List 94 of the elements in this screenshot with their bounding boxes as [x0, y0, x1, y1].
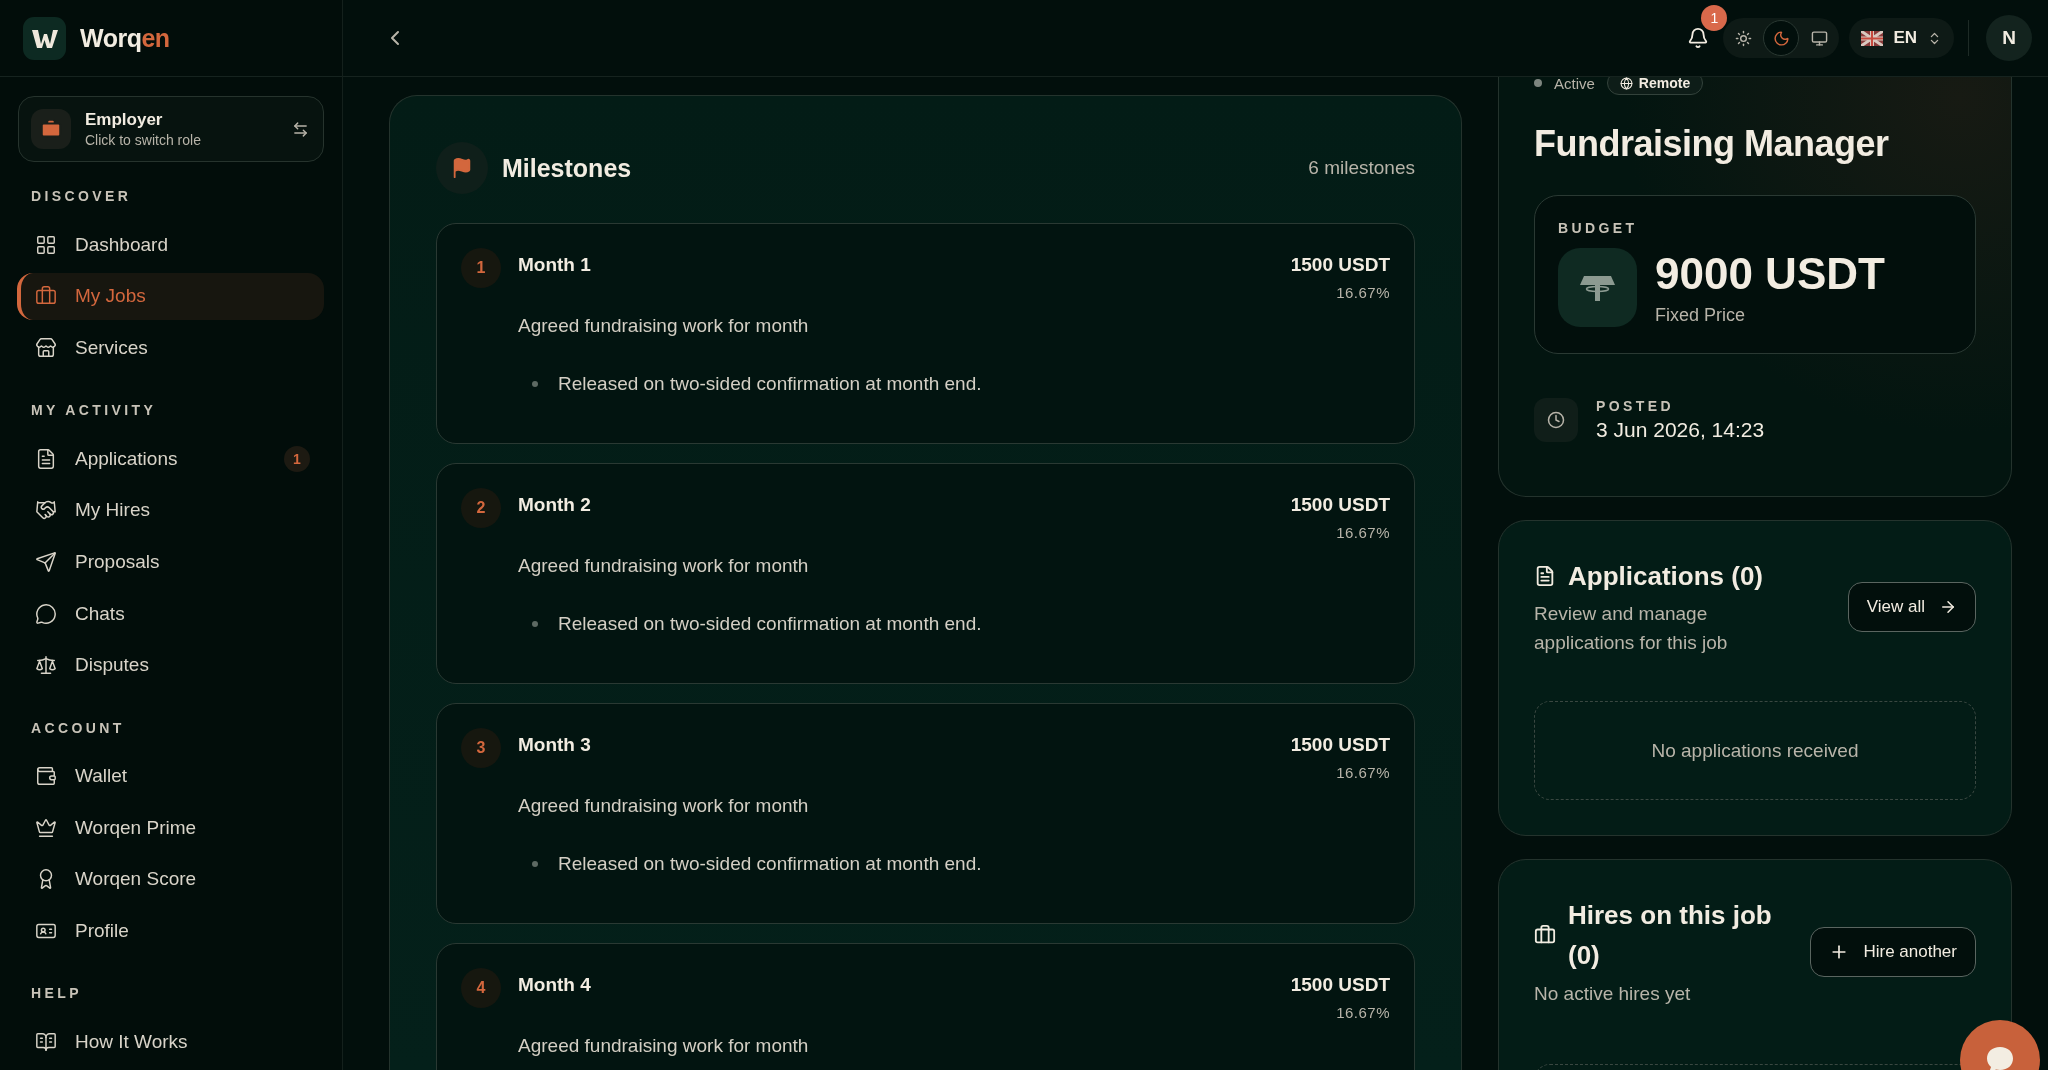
- sidebar-item[interactable]: Applications 1: [17, 435, 324, 483]
- bullet-dot: [532, 621, 538, 627]
- brand-name: Worqen: [80, 23, 170, 53]
- status-dot: [1534, 79, 1542, 87]
- milestone-title: Month 1: [518, 254, 591, 277]
- job-status: Active: [1554, 77, 1595, 92]
- sidebar-item[interactable]: Services: [17, 324, 324, 372]
- empty-state: No applications received: [1534, 701, 1976, 801]
- milestone-number: 4: [461, 968, 501, 1008]
- globe-icon: [1619, 77, 1633, 90]
- milestone-amount: 1500 USDT: [1290, 254, 1390, 276]
- card-description: No active hires yet: [1534, 981, 1692, 1006]
- section-heading: ACCOUNT: [31, 719, 126, 736]
- milestone-share: 16.67%: [1336, 284, 1390, 301]
- paper-plane-icon: [35, 551, 57, 573]
- budget-amount: 9000 USDT: [1655, 249, 1885, 299]
- notification-badge: 1: [1701, 5, 1728, 31]
- milestone-note: Released on two-sided confirmation at month end.: [558, 853, 982, 875]
- briefcase-icon: [40, 118, 62, 140]
- moon-icon: [1772, 29, 1790, 47]
- speech-bubble-icon: [1984, 1045, 2016, 1070]
- logo-icon: [23, 16, 66, 60]
- sidebar-item[interactable]: Worqen Score: [17, 855, 324, 903]
- milestone-share: 16.67%: [1336, 1004, 1390, 1021]
- role-title: Employer: [85, 110, 164, 130]
- sidebar-item[interactable]: Worqen Prime: [17, 804, 324, 852]
- budget-type: Fixed Price: [1655, 305, 1747, 326]
- avatar[interactable]: N: [1986, 15, 2032, 61]
- milestone-share: 16.67%: [1336, 524, 1390, 541]
- grid-icon: [35, 233, 57, 256]
- card-title: Hires on this job (0): [1568, 899, 1773, 973]
- milestone-amount: 1500 USDT: [1290, 974, 1390, 996]
- budget-label: BUDGET: [1558, 220, 1639, 236]
- section-heading: MY ACTIVITY: [31, 402, 158, 419]
- milestone-title: Month 4: [518, 974, 591, 997]
- theme-toggle[interactable]: [1763, 20, 1800, 56]
- milestone-description: Agreed fundraising work for month: [518, 555, 810, 577]
- posted-label: POSTED: [1596, 398, 1675, 414]
- bullet-dot: [532, 861, 538, 867]
- sidebar-item[interactable]: Chats: [17, 590, 324, 638]
- sidebar-item[interactable]: Dashboard: [17, 221, 324, 269]
- milestone-description: Agreed fundraising work for month: [518, 795, 810, 817]
- panel-title: Milestones: [502, 153, 633, 183]
- milestone-number: 2: [461, 488, 501, 528]
- wallet-icon: [35, 765, 57, 788]
- flag-icon: [1861, 30, 1884, 46]
- handshake-icon: [35, 499, 57, 522]
- milestone-number: 3: [461, 728, 501, 768]
- bullet-dot: [532, 381, 538, 387]
- card-title: Applications (0): [1568, 560, 1763, 593]
- sidebar-item[interactable]: My Jobs: [17, 272, 324, 320]
- milestone-description: Agreed fundraising work for month: [518, 315, 810, 337]
- store-icon: [35, 336, 57, 359]
- role-subtitle: Click to switch role: [85, 132, 202, 148]
- milestone-title: Month 3: [518, 734, 591, 757]
- document-icon: [1534, 565, 1556, 588]
- tag-label: Remote: [1638, 77, 1691, 91]
- section-heading: HELP: [31, 985, 83, 1002]
- milestone-amount: 1500 USDT: [1290, 494, 1390, 516]
- crown-icon: [35, 816, 57, 839]
- scales-icon: [35, 654, 57, 677]
- flag-icon: [451, 157, 473, 179]
- section-heading: DISCOVER: [31, 188, 133, 204]
- milestone-number: 1: [461, 248, 501, 288]
- hire-another-button[interactable]: Hire another: [1810, 926, 1976, 977]
- count-badge: 1: [284, 445, 310, 472]
- role-switcher[interactable]: Employer Click to switch role: [18, 96, 324, 162]
- milestone-title: Month 2: [518, 494, 591, 517]
- bell-icon: [1687, 27, 1710, 49]
- clock-icon: [1547, 411, 1565, 429]
- sidebar-item[interactable]: Profile: [17, 907, 324, 955]
- view-all-button[interactable]: View all: [1847, 581, 1976, 632]
- milestone-count: 6 milestones: [1308, 157, 1415, 179]
- milestone-note: Released on two-sided confirmation at month end.: [558, 613, 982, 635]
- sidebar-item[interactable]: Wallet: [17, 752, 324, 800]
- sidebar-item[interactable]: Proposals: [17, 538, 324, 586]
- job-title: Fundraising Manager: [1534, 123, 1890, 165]
- sidebar-item[interactable]: How It Works: [17, 1018, 324, 1066]
- speech-bubble-icon: [35, 602, 57, 625]
- milestone-description: Agreed fundraising work for month: [518, 1035, 810, 1057]
- milestone-note: Released on two-sided confirmation at month end.: [558, 373, 982, 395]
- language-selector[interactable]: EN: [1849, 18, 1954, 58]
- milestone-amount: 1500 USDT: [1290, 734, 1390, 756]
- swap-icon: [292, 120, 309, 138]
- sun-icon: [1734, 29, 1752, 47]
- book-icon: [35, 1030, 57, 1053]
- sidebar-item[interactable]: Disputes: [17, 641, 324, 689]
- card-description: Review and manage applications for this job: [1534, 602, 1729, 655]
- posted-date: 3 Jun 2026, 14:23: [1596, 418, 1765, 442]
- document-icon: [35, 447, 57, 470]
- milestone-share: 16.67%: [1336, 764, 1390, 781]
- monitor-icon: [1810, 29, 1828, 47]
- tether-icon: [1558, 248, 1637, 327]
- sidebar-item[interactable]: My Hires: [17, 486, 324, 534]
